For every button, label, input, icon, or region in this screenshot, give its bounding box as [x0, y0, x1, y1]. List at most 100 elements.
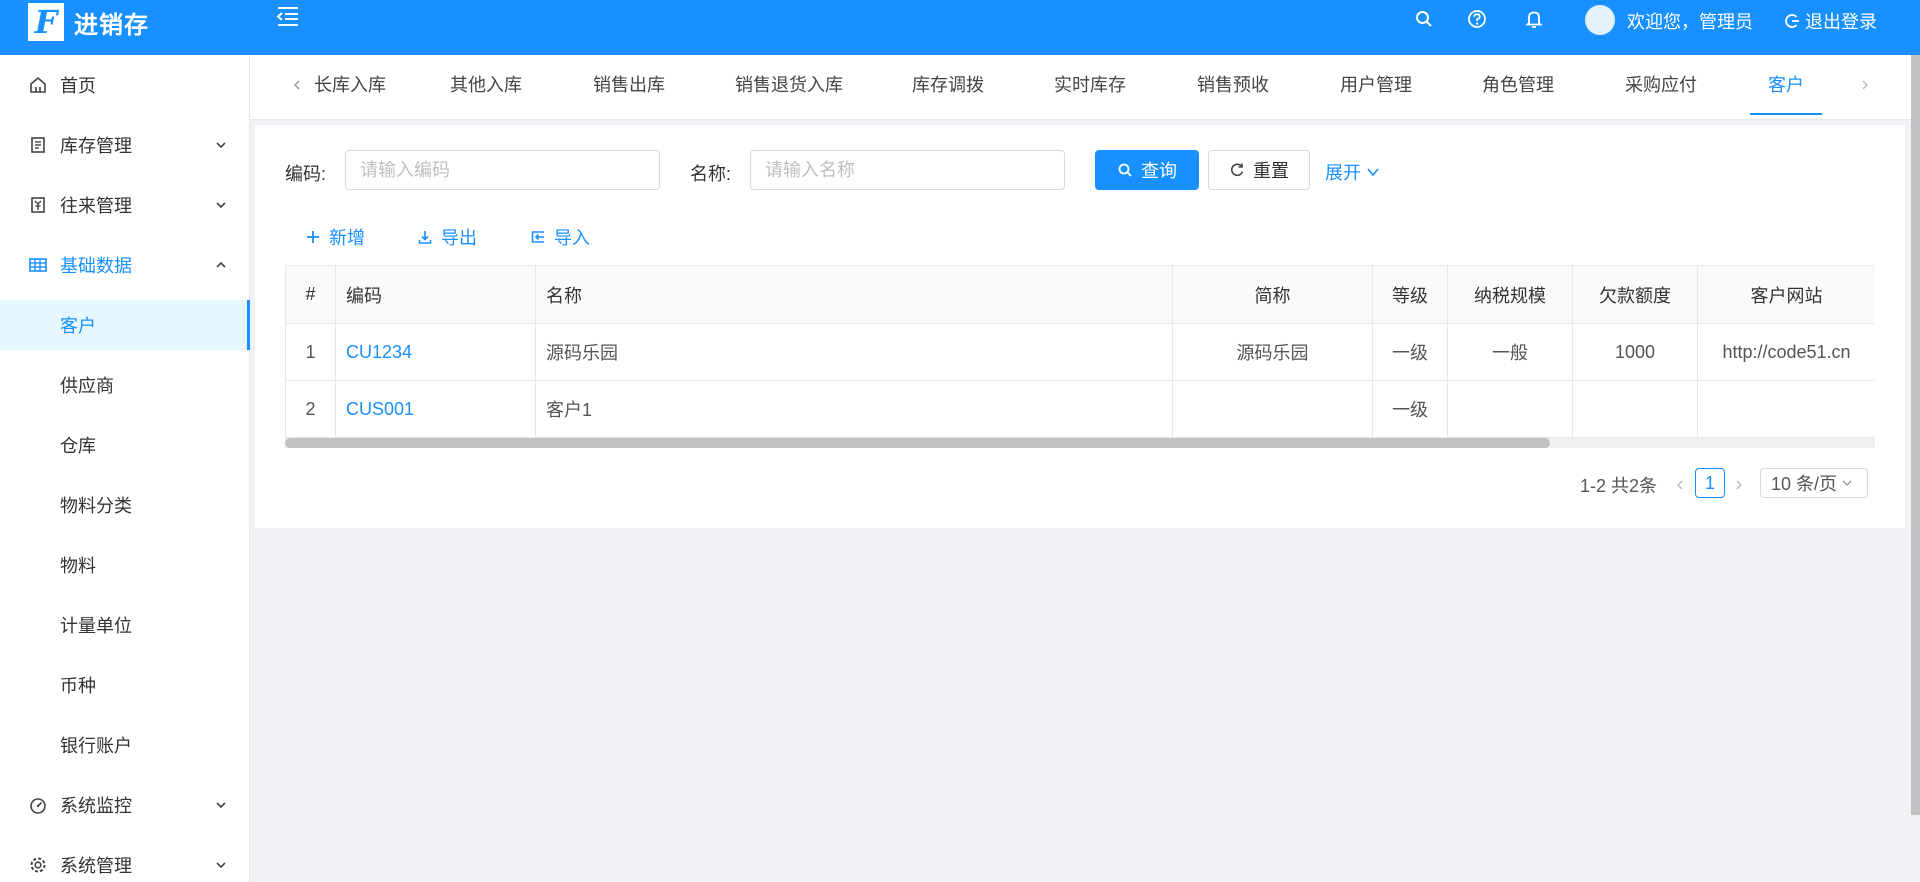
sidebar-item-home[interactable]: 首页	[0, 60, 250, 110]
table-header-row: # 编码 名称 简称 等级 纳税规模 欠款额度 客户网站	[285, 265, 1875, 324]
column-header[interactable]: 简称	[1172, 265, 1373, 324]
content-card: 编码: 名称: 查询 重置 展开 新增 导出 导入 # 编码	[255, 125, 1905, 528]
tab-item[interactable]: 其他入库	[450, 55, 522, 115]
column-header[interactable]: 纳税规模	[1447, 265, 1573, 324]
logout-button[interactable]: 退出登录	[1785, 8, 1877, 34]
cell-website	[1697, 380, 1875, 438]
sidebar-item-label: 系统管理	[60, 856, 132, 876]
tab-item[interactable]: 实时库存	[1054, 55, 1126, 115]
code-link[interactable]: CUS001	[346, 399, 414, 419]
tab-item[interactable]: 用户管理	[1340, 55, 1412, 115]
sidebar-item-label: 客户	[60, 316, 96, 336]
export-button[interactable]: 导出	[417, 224, 477, 250]
scrollbar-thumb[interactable]	[285, 438, 1550, 448]
reset-label: 重置	[1253, 161, 1289, 181]
sidebar-item-system[interactable]: 系统管理	[0, 840, 250, 882]
table-icon	[29, 258, 47, 272]
tab-item[interactable]: 销售预收	[1197, 55, 1269, 115]
home-icon	[30, 76, 46, 93]
sidebar-item-material[interactable]: 物料	[0, 540, 250, 590]
tab-item[interactable]: 库存调拨	[912, 55, 984, 115]
cell-tax-scale	[1447, 380, 1573, 438]
sidebar-item-label: 物料分类	[60, 496, 132, 516]
sidebar-item-inventory[interactable]: 库存管理	[0, 120, 250, 170]
money-icon	[31, 197, 45, 213]
cell-level: 一级	[1372, 380, 1448, 438]
horizontal-scrollbar[interactable]	[285, 438, 1875, 448]
logout-icon	[1785, 14, 1799, 28]
top-header: F 进销存 欢迎您，管理员 退出登录	[0, 0, 1920, 55]
column-header[interactable]: 等级	[1372, 265, 1448, 324]
column-header[interactable]: 编码	[335, 265, 536, 324]
sidebar-item-material-category[interactable]: 物料分类	[0, 480, 250, 530]
page-size-select[interactable]: 10 条/页	[1760, 468, 1868, 498]
sidebar-item-supplier[interactable]: 供应商	[0, 360, 250, 410]
name-input[interactable]	[750, 150, 1065, 190]
tab-item[interactable]: 角色管理	[1482, 55, 1554, 115]
plus-icon	[307, 231, 319, 243]
chevron-down-icon	[216, 862, 226, 869]
add-button[interactable]: 新增	[305, 224, 365, 250]
column-header[interactable]: 名称	[535, 265, 1173, 324]
expand-label: 展开	[1325, 163, 1361, 183]
chevron-left-icon[interactable]	[1673, 478, 1687, 492]
sidebar-item-basic-data[interactable]: 基础数据	[0, 240, 250, 290]
sidebar-item-bank-account[interactable]: 银行账户	[0, 720, 250, 770]
import-button[interactable]: 导入	[530, 224, 590, 250]
chevron-right-icon[interactable]	[1732, 478, 1746, 492]
sidebar-item-label: 银行账户	[60, 736, 132, 756]
reset-button[interactable]: 重置	[1208, 150, 1310, 190]
import-icon	[531, 231, 544, 243]
tab-item[interactable]: 销售退货入库	[735, 55, 843, 115]
column-header[interactable]: 客户网站	[1697, 265, 1875, 324]
sidebar-item-label: 库存管理	[60, 136, 132, 156]
tab-bar: 长库入库 其他入库 销售出库 销售退货入库 库存调拨 实时库存 销售预收 用户管…	[250, 55, 1920, 120]
inventory-icon	[31, 137, 45, 153]
sidebar-item-label: 币种	[60, 676, 96, 696]
help-icon[interactable]	[1466, 8, 1488, 30]
table-row[interactable]: 1 CU1234 源码乐园 源码乐园 一级 一般 1000 http://cod…	[285, 323, 1875, 381]
search-icon	[1118, 163, 1132, 177]
app-name: 进销存	[74, 11, 149, 39]
avatar[interactable]	[1585, 5, 1615, 35]
sidebar-item-monitor[interactable]: 系统监控	[0, 780, 250, 830]
query-button[interactable]: 查询	[1095, 150, 1199, 190]
chevron-down-icon	[216, 142, 226, 149]
tab-item[interactable]: 采购应付	[1625, 55, 1697, 115]
sidebar-item-accounts[interactable]: 往来管理	[0, 180, 250, 230]
add-label: 新增	[329, 228, 365, 248]
logo-mark: F	[28, 3, 64, 41]
page-number-current[interactable]: 1	[1695, 468, 1725, 498]
cell-short-name	[1172, 380, 1373, 438]
sidebar-item-warehouse[interactable]: 仓库	[0, 420, 250, 470]
download-icon	[418, 231, 432, 244]
dashboard-icon	[30, 798, 46, 814]
search-icon[interactable]	[1413, 8, 1435, 30]
sidebar-item-customer[interactable]: 客户	[0, 300, 250, 350]
app-logo[interactable]: F 进销存	[28, 2, 149, 42]
pagination-total: 1-2 共2条	[1580, 476, 1658, 496]
sidebar-item-currency[interactable]: 币种	[0, 660, 250, 710]
menu-collapse-icon[interactable]	[274, 3, 300, 29]
reload-icon	[1231, 163, 1244, 177]
cell-index: 1	[285, 323, 336, 381]
gear-icon	[30, 857, 46, 873]
cell-code-link[interactable]: CU1234	[335, 323, 536, 381]
expand-toggle[interactable]: 展开	[1325, 159, 1381, 185]
column-header[interactable]: 欠款额度	[1572, 265, 1698, 324]
tab-customer[interactable]: 客户	[1750, 55, 1822, 115]
code-input[interactable]	[345, 150, 660, 190]
tab-item[interactable]: 销售出库	[593, 55, 665, 115]
chevron-down-icon	[1367, 168, 1379, 177]
tab-scroll-left-icon[interactable]	[290, 78, 304, 92]
vertical-scrollbar[interactable]	[1911, 55, 1920, 815]
cell-code-link[interactable]: CUS001	[335, 380, 536, 438]
sidebar-item-unit[interactable]: 计量单位	[0, 600, 250, 650]
bell-icon[interactable]	[1523, 8, 1545, 30]
code-link[interactable]: CU1234	[346, 342, 412, 362]
tab-scroll-right-icon[interactable]	[1858, 78, 1872, 92]
cell-level: 一级	[1372, 323, 1448, 381]
table-row[interactable]: 2 CUS001 客户1 一级	[285, 380, 1875, 438]
cell-website: http://code51.cn	[1697, 323, 1875, 381]
tab-item[interactable]: 长库入库	[314, 55, 386, 115]
